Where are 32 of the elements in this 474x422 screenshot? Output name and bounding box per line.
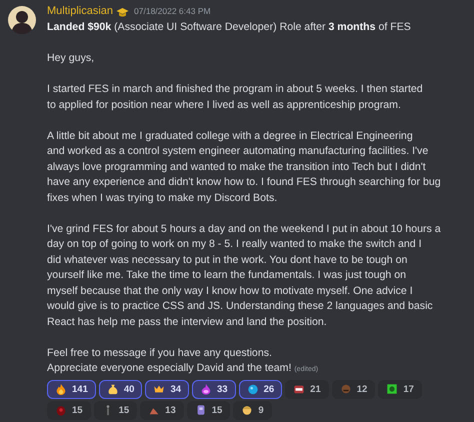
timestamp: 07/18/2022 6:43 PM xyxy=(134,5,211,18)
message-paragraph: I started FES in march and finished the program in about 5 weeks. I then started to applied for position near where I lived as well as apprenticeship program. xyxy=(47,82,424,112)
message-paragraph: Hey guys, xyxy=(47,51,96,66)
fire-icon xyxy=(55,383,67,395)
message-paragraph: A little bit about me I graduated college with a degree in Electrical Engineering and worked as a control system engineer automating manufacturing facilities. I've always love programming and wanted to make the transition into Tech but I didn't have any experience and didn't know how to. I found FES through searching for bug fixes when I was trying to make my Discord Bots. xyxy=(47,128,442,206)
reaction-button[interactable]: 9 xyxy=(233,400,272,420)
message-line: Appreciate everyone especially David and the team! xyxy=(47,362,292,374)
face-icon xyxy=(241,404,254,416)
username[interactable]: Multiplicasian xyxy=(47,4,114,20)
reaction-button[interactable]: 15 xyxy=(186,400,230,420)
head-icon xyxy=(340,383,352,395)
message-paragraph: I've grind FES for about 5 hours a day and on the weekend I put in about 10 hours a day on top of going to work on my 8 - 5. I really wanted to make the switch and I did whatever was necessary to put in the work. You dont have to be tough on yourself like me. Take the time to learn the fundamentals. I was just tough on myself because that the only way I know how to motivate myself. One advice I would give is to practice CSS and JS. Understanding these 2 languages and basic React has help me pass the interview and land the position. xyxy=(47,222,442,330)
message-line: Feel free to message if you have any questions. xyxy=(47,346,272,358)
message-title: Landed $90k (Associate UI Software Developer) Role after 3 months of FES xyxy=(47,20,412,35)
reaction-button[interactable]: 40 xyxy=(98,380,142,398)
graduation-cap-icon xyxy=(116,6,130,18)
avatar[interactable] xyxy=(8,6,36,34)
reaction-button[interactable]: 21 xyxy=(285,380,329,398)
reaction-button[interactable]: 12 xyxy=(332,380,376,398)
reaction-button[interactable]: 13 xyxy=(140,400,184,420)
reaction-button[interactable]: 17 xyxy=(378,380,422,398)
reaction-button[interactable]: 15 xyxy=(94,400,138,420)
blob-icon xyxy=(55,404,67,416)
crown-icon xyxy=(153,383,166,395)
ball-icon xyxy=(246,383,259,395)
money-bag-icon xyxy=(106,383,119,395)
reaction-button[interactable]: 141 xyxy=(47,380,96,398)
reaction-button[interactable]: 34 xyxy=(145,380,190,398)
reaction-button[interactable]: 15 xyxy=(47,400,91,420)
flame-icon xyxy=(200,383,212,395)
reaction-button[interactable]: 33 xyxy=(192,380,236,398)
reaction-button[interactable]: 26 xyxy=(238,380,282,398)
